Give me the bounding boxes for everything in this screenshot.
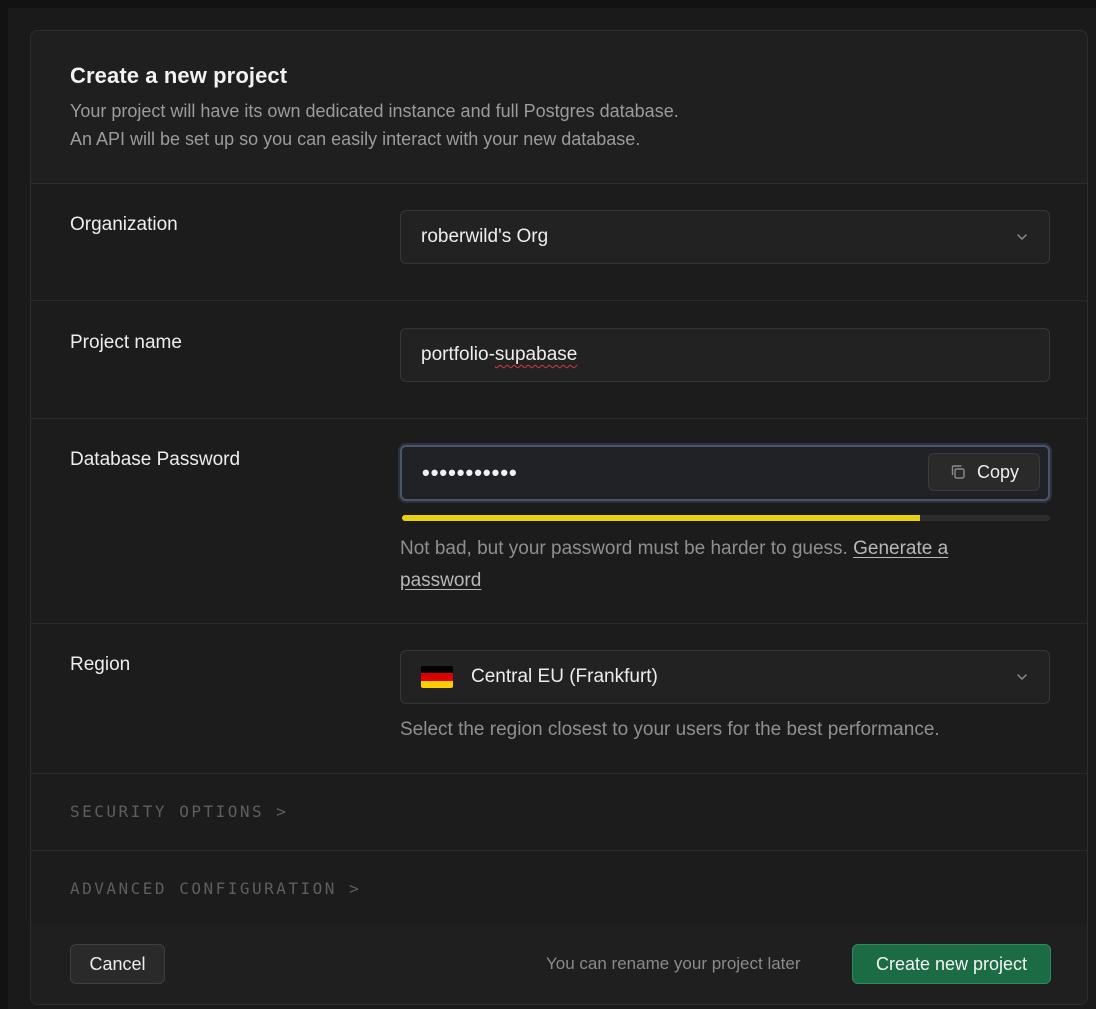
region-row: Region Central EU (Frankfurt) Select the… bbox=[31, 624, 1087, 774]
generate-password-link-line-1: Generate a bbox=[853, 538, 949, 559]
region-select[interactable]: Central EU (Frankfurt) bbox=[400, 650, 1050, 704]
chevron-down-icon bbox=[1017, 234, 1027, 240]
password-hint-text: Not bad, but your password must be harde… bbox=[400, 538, 848, 559]
database-password-row: Database Password ••••••••••• Copy Not b… bbox=[31, 419, 1087, 624]
chevron-right-icon: > bbox=[276, 802, 289, 821]
advanced-configuration-toggle[interactable]: ADVANCED CONFIGURATION > bbox=[70, 879, 361, 898]
organization-select[interactable]: roberwild's Org bbox=[400, 210, 1050, 264]
organization-value: roberwild's Org bbox=[421, 226, 549, 247]
chevron-down-icon bbox=[1017, 674, 1027, 680]
password-hint: Not bad, but your password must be harde… bbox=[400, 533, 1060, 597]
project-name-row: Project name portfolio-supabase bbox=[31, 301, 1087, 419]
flag-stripe-gold bbox=[421, 680, 453, 688]
copy-icon bbox=[951, 465, 965, 479]
create-project-dialog: Create a new project Your project will h… bbox=[30, 30, 1088, 1005]
region-label: Region bbox=[70, 654, 131, 675]
database-password-input[interactable]: ••••••••••• Copy bbox=[400, 445, 1050, 501]
dialog-header: Create a new project Your project will h… bbox=[31, 31, 1087, 184]
advanced-configuration-label: ADVANCED CONFIGURATION bbox=[70, 879, 337, 898]
page-background: Create a new project Your project will h… bbox=[8, 8, 1096, 1009]
flag-stripe-black bbox=[421, 666, 453, 674]
organization-label: Organization bbox=[70, 214, 178, 235]
chevron-right-icon: > bbox=[349, 879, 362, 898]
rename-note: You can rename your project later bbox=[546, 954, 801, 973]
project-name-text: portfolio- bbox=[421, 344, 495, 365]
copy-password-button[interactable]: Copy bbox=[928, 453, 1040, 491]
security-options-toggle[interactable]: SECURITY OPTIONS > bbox=[70, 802, 288, 821]
dialog-subtitle-line-2: An API will be set up so you can easily … bbox=[70, 129, 641, 149]
cancel-button[interactable]: Cancel bbox=[70, 944, 165, 984]
germany-flag-icon bbox=[421, 666, 453, 688]
organization-row: Organization roberwild's Org bbox=[31, 184, 1087, 301]
region-hint: Select the region closest to your users … bbox=[400, 719, 940, 740]
password-strength-meter bbox=[402, 515, 1050, 521]
project-name-value: portfolio-supabase bbox=[421, 344, 577, 366]
misspelled-word: supabase bbox=[494, 344, 578, 365]
advanced-configuration-section[interactable]: ADVANCED CONFIGURATION > bbox=[31, 851, 1087, 928]
region-value: Central EU (Frankfurt) bbox=[471, 666, 658, 687]
dialog-title: Create a new project bbox=[70, 63, 288, 88]
security-options-section[interactable]: SECURITY OPTIONS > bbox=[31, 774, 1087, 851]
flag-stripe-red bbox=[421, 673, 453, 681]
copy-label: Copy bbox=[976, 461, 1020, 482]
dialog-subtitle-line-1: Your project will have its own dedicated… bbox=[70, 101, 679, 121]
security-options-label: SECURITY OPTIONS bbox=[70, 802, 265, 821]
create-new-project-button[interactable]: Create new project bbox=[852, 944, 1051, 984]
database-password-label: Database Password bbox=[70, 449, 241, 470]
password-strength-fill bbox=[402, 515, 921, 521]
project-name-label: Project name bbox=[70, 332, 182, 353]
generate-password-link-line-2: password bbox=[400, 570, 482, 591]
project-name-input[interactable]: portfolio-supabase bbox=[400, 328, 1050, 382]
password-masked-value: ••••••••••• bbox=[422, 460, 518, 485]
dialog-footer: Cancel You can rename your project later… bbox=[31, 925, 1087, 1004]
